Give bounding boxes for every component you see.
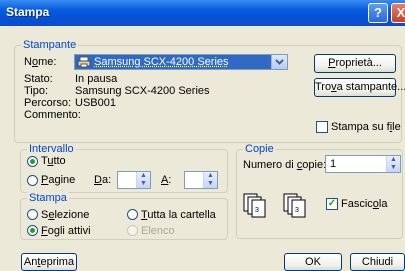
copies-count-value: 1 <box>330 158 337 170</box>
print-selection-radio[interactable] <box>27 209 38 220</box>
range-all-radio[interactable] <box>27 156 38 167</box>
collate-checkbox[interactable]: ✓ <box>326 198 338 210</box>
copies-count-spinner[interactable]: ▲ ▼ <box>386 156 400 172</box>
printer-icon <box>77 56 91 68</box>
print-what-group-legend: Stampa <box>27 192 69 204</box>
range-to-label: A: <box>161 174 172 186</box>
path-label: Percorso: <box>24 97 72 109</box>
print-active-sheets-label: Fogli attivi <box>41 225 91 237</box>
ok-button[interactable]: OK <box>284 253 342 271</box>
chevron-down-icon <box>275 59 284 65</box>
help-button[interactable]: ? <box>368 3 388 23</box>
status-label: Stato: <box>24 73 53 85</box>
svg-text:3: 3 <box>295 207 299 214</box>
range-from-spinner[interactable]: ▲ ▼ <box>136 172 150 188</box>
print-workbook-label: Tutta la cartella <box>141 209 216 221</box>
cancel-button[interactable]: Chiudi <box>350 253 405 271</box>
print-to-file-checkbox[interactable] <box>316 121 328 133</box>
preview-button[interactable]: Anteprima <box>21 253 77 271</box>
svg-text:3: 3 <box>255 207 259 214</box>
type-value: Samsung SCX-4200 Series <box>75 85 210 97</box>
print-selection-label: Selezione <box>41 209 90 221</box>
range-pages-label: Pagine <box>41 174 76 186</box>
print-list-label: Elenco <box>141 225 175 237</box>
printer-select-value: Samsung SCX-4200 Series <box>94 56 229 68</box>
collate-pages-icon-1: 3 <box>243 193 266 218</box>
range-pages-radio[interactable] <box>27 175 38 186</box>
collate-pages-icon-2: 3 <box>283 193 306 218</box>
range-from-label: Da: <box>94 174 112 186</box>
range-to-spinner[interactable]: ▲ ▼ <box>203 172 217 188</box>
range-to-input[interactable]: ▲ ▼ <box>184 171 218 189</box>
print-workbook-radio[interactable] <box>127 209 138 220</box>
copies-group-legend: Copie <box>243 143 276 155</box>
printer-select-dropdown-button[interactable] <box>271 55 287 69</box>
collate-label: Fascicola <box>341 198 388 210</box>
printer-group-legend: Stampante <box>21 39 79 51</box>
status-value: In pausa <box>75 73 118 85</box>
print-active-sheets-radio[interactable] <box>27 225 38 236</box>
range-all-label: Tutto <box>41 155 66 167</box>
print-to-file-label: Stampa su file <box>331 121 401 133</box>
properties-button[interactable]: Proprietà... <box>314 54 396 73</box>
print-list-radio <box>127 225 138 236</box>
copies-count-input[interactable]: 1 ▲ ▼ <box>325 155 401 173</box>
copies-count-label: Numero di copie: <box>243 159 327 171</box>
path-value: USB001 <box>75 97 116 109</box>
range-group-legend: Intervallo <box>27 143 76 155</box>
range-from-input[interactable]: ▲ ▼ <box>117 171 151 189</box>
type-label: Tipo: <box>24 85 49 97</box>
close-button[interactable]: X <box>391 3 405 23</box>
comment-label: Commento: <box>24 109 81 121</box>
printer-name-label: Nome: <box>24 56 57 68</box>
find-printer-button[interactable]: Trova stampante... <box>314 78 405 97</box>
printer-select[interactable]: Samsung SCX-4200 Series <box>74 54 288 70</box>
title-bar: Stampa ? X <box>0 0 405 26</box>
window-title: Stampa <box>6 5 50 19</box>
